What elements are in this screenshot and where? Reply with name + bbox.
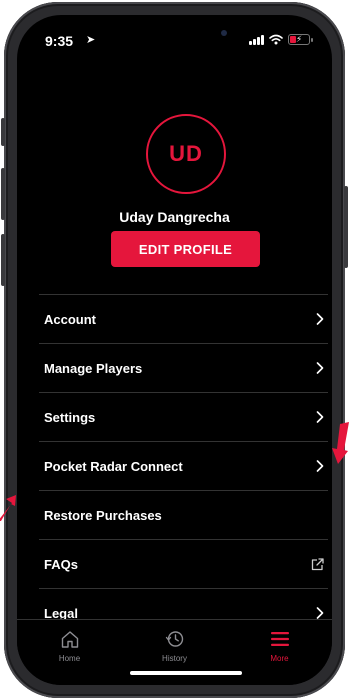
side-button-mute (1, 118, 5, 146)
home-indicator (130, 671, 242, 675)
edit-profile-button[interactable]: EDIT PROFILE (111, 231, 260, 267)
external-link-icon (311, 557, 324, 571)
tab-home[interactable]: Home (17, 620, 122, 685)
menu-item-label: Settings (44, 409, 96, 425)
menu-item-label: Account (44, 311, 96, 327)
menu-item-label: FAQs (44, 556, 78, 572)
menu-item-label: Manage Players (44, 360, 143, 376)
side-button-volume-up (1, 168, 5, 220)
menu-item-label: Restore Purchases (44, 507, 162, 523)
status-icons: ⚡ (249, 34, 313, 45)
home-icon (60, 629, 80, 649)
side-button-volume-down (1, 234, 5, 286)
chevron-right-icon (316, 460, 324, 472)
chevron-right-icon (316, 607, 324, 619)
chevron-right-icon (316, 313, 324, 325)
menu-item-settings[interactable]: Settings (39, 392, 328, 441)
menu-item-restore-purchases[interactable]: Restore Purchases (39, 490, 328, 539)
avatar: UD (146, 114, 226, 194)
user-name: Uday Dangrecha (119, 209, 230, 225)
cellular-signal-icon (249, 34, 264, 45)
menu-item-manage-players[interactable]: Manage Players (39, 343, 328, 392)
hamburger-menu-icon (270, 629, 290, 649)
annotation-arrow-right-icon (332, 422, 349, 464)
camera-dot (221, 30, 227, 36)
tab-history[interactable]: History (122, 620, 227, 685)
tab-label: History (162, 654, 187, 663)
settings-menu: Account Manage Players Settings Pocket R… (39, 294, 328, 637)
menu-item-account[interactable]: Account (39, 294, 328, 343)
status-time: 9:35 (45, 33, 74, 49)
status-bar: 9:35 ➤ ⚡ (17, 15, 332, 65)
history-icon (165, 629, 185, 649)
chevron-right-icon (316, 411, 324, 423)
tab-more[interactable]: More (227, 620, 332, 685)
battery-icon: ⚡ (288, 34, 313, 45)
app-screen: 9:35 ➤ ⚡ UD Uday Dangrecha EDIT PROFILE … (17, 15, 332, 685)
tab-label: More (270, 654, 289, 663)
chevron-right-icon (316, 362, 324, 374)
menu-item-label: Pocket Radar Connect (44, 458, 183, 474)
side-button-power (344, 186, 348, 268)
menu-item-pocket-radar-connect[interactable]: Pocket Radar Connect (39, 441, 328, 490)
charging-bolt-icon: ⚡ (295, 34, 303, 44)
tab-label: Home (58, 654, 81, 663)
annotation-arrow-left-icon (0, 495, 16, 521)
menu-item-faqs[interactable]: FAQs (39, 539, 328, 588)
location-arrow-icon: ➤ (86, 34, 96, 46)
wifi-icon (269, 34, 283, 45)
tab-bar: Home History More (17, 619, 332, 685)
